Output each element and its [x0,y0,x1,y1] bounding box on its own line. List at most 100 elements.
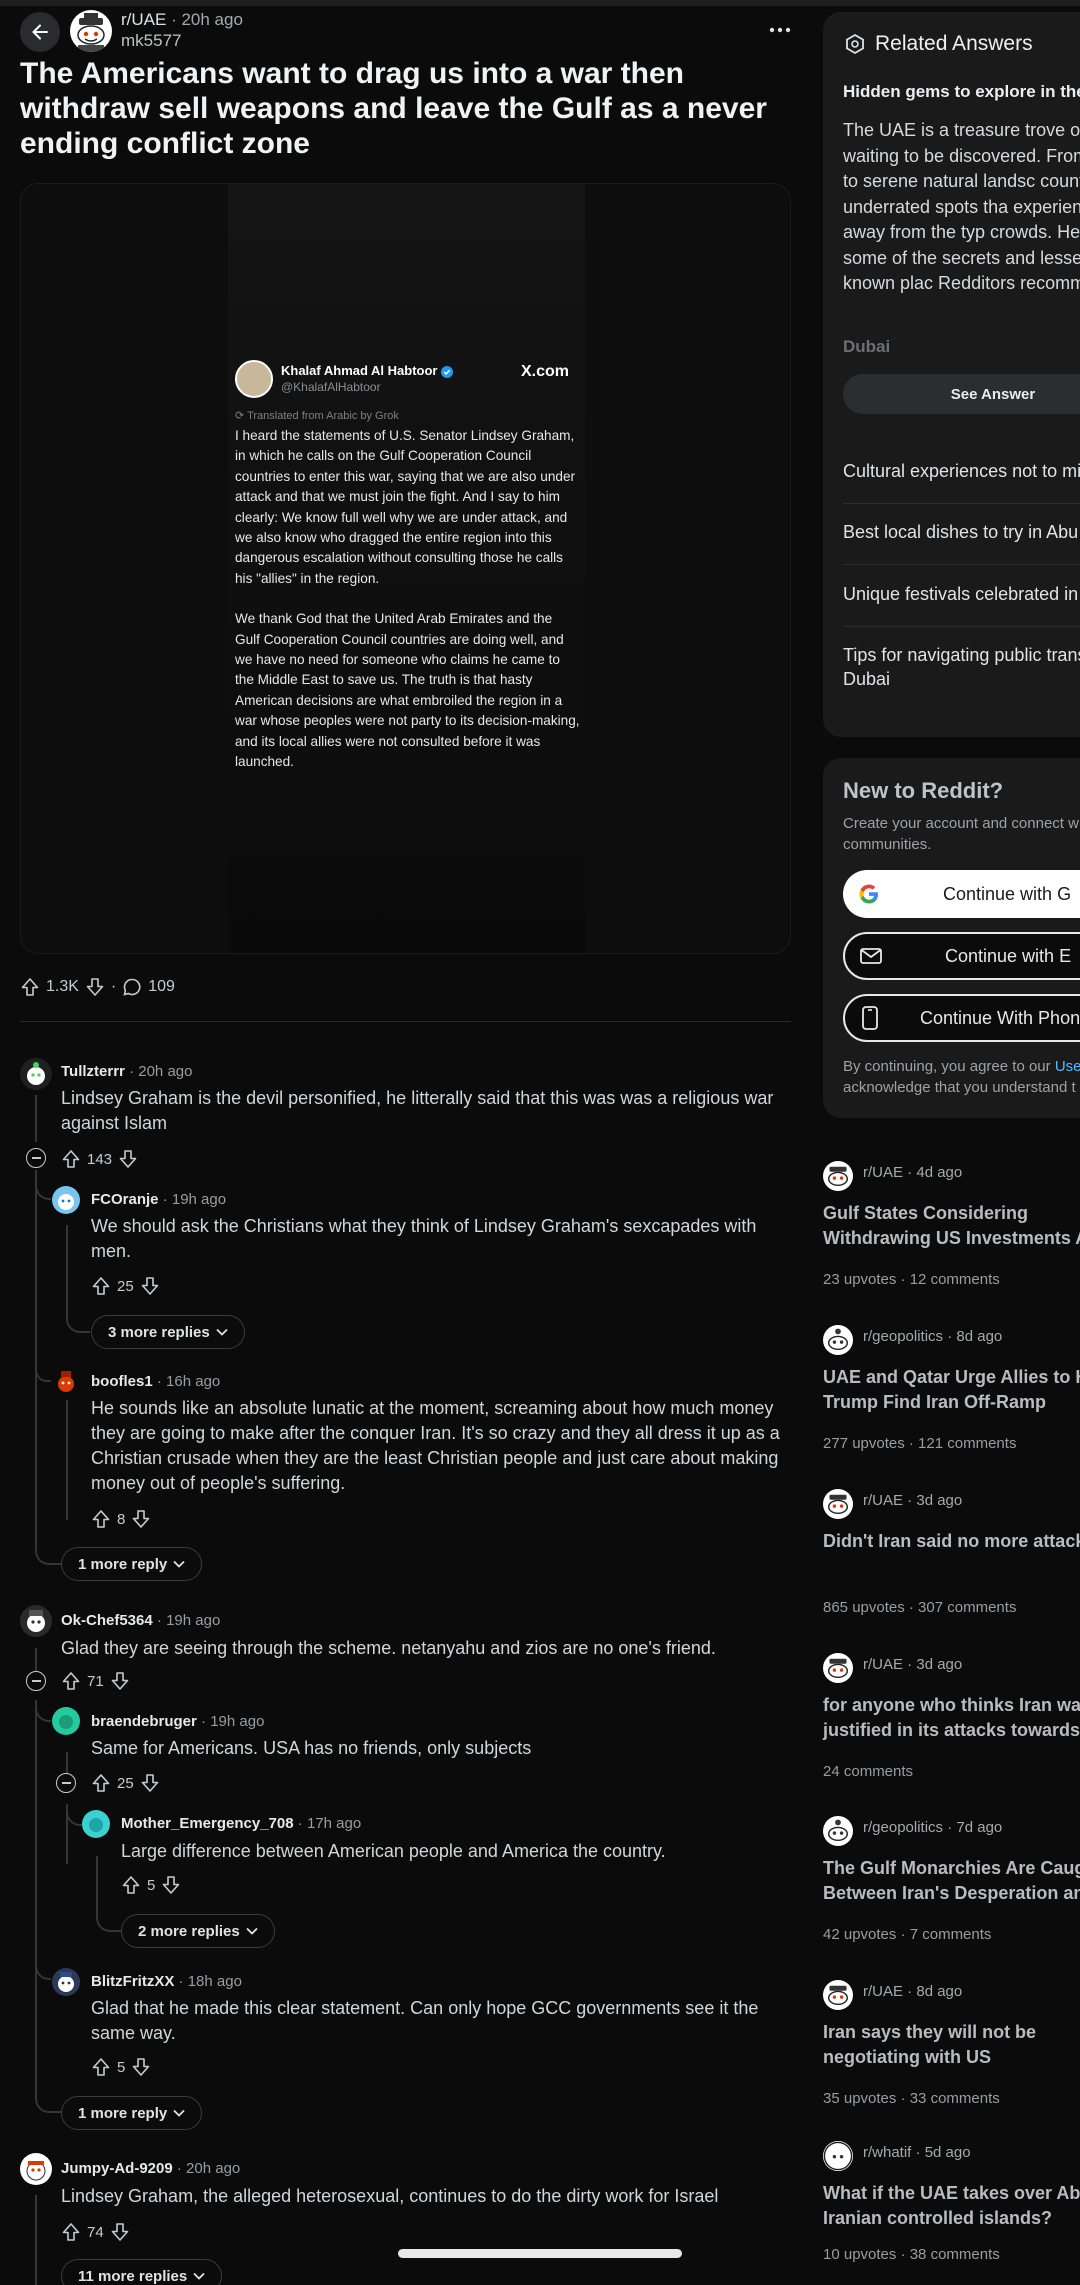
tweet-site: X.com [521,363,570,380]
comment-author[interactable]: Tullzterrr · 20h ago [61,1063,192,1080]
more-replies-button[interactable]: 1 more reply [61,2096,203,2130]
related-answers-text: The UAE is a treasure trove of waiting t… [843,120,1080,293]
downvote-icon[interactable] [161,1875,181,1895]
related-post-title[interactable]: The Gulf Monarchies Are Caught Between I… [823,1856,1080,1906]
more-replies-button[interactable]: 3 more replies [91,1315,245,1349]
comment-author[interactable]: FCOranje · 19h ago [91,1191,226,1208]
overflow-menu-button[interactable] [763,13,797,47]
related-post-meta: r/UAE · 3d ago [863,1656,963,1673]
comment-author[interactable]: Jumpy-Ad-9209 · 20h ago [61,2160,240,2177]
upvote-icon[interactable] [91,1509,111,1529]
comment-icon[interactable] [122,977,142,997]
user-avatar[interactable] [20,2153,52,2185]
more-replies-button[interactable]: 1 more reply [61,1547,203,1581]
related-question[interactable]: Tips for navigating public trans Dubai [843,643,1080,691]
comment-author[interactable]: braendebruger · 19h ago [91,1713,264,1730]
related-post-title[interactable]: Didn't Iran said no more attacking [823,1529,1080,1554]
related-question[interactable]: Unique festivals celebrated in t [843,582,1080,606]
related-post[interactable]: r/whatif · 5d ago What if the UAE takes … [823,2141,1080,2271]
snoo-icon [828,1494,848,1514]
tweet-handle: @KhalafAlHabtoor [281,380,381,394]
user-avatar[interactable] [82,1810,110,1838]
related-post[interactable]: r/UAE · 8d ago Iran says they will not b… [823,1980,1080,2110]
subreddit-avatar [823,1653,853,1683]
collapse-thread-button[interactable] [26,1148,46,1168]
related-post-meta: r/UAE · 4d ago [863,1164,963,1181]
related-post-title[interactable]: UAE and Qatar Urge Allies to Hel Trump F… [823,1365,1080,1415]
thread-line [35,1170,37,1540]
post-title: The Americans want to drag us into a war… [20,57,767,160]
upvote-icon[interactable] [91,2057,111,2077]
home-indicator[interactable] [398,2249,682,2258]
related-post-title[interactable]: Gulf States Considering Withdrawing US I… [823,1201,1080,1251]
downvote-icon[interactable] [140,1276,160,1296]
legal-text: By continuing, you agree to our Use ackno… [843,1058,1080,1096]
thread-branch [35,1170,51,1200]
subreddit-avatar[interactable] [70,10,112,52]
related-question[interactable]: Cultural experiences not to mis [843,459,1080,483]
related-post[interactable]: r/geopolitics · 7d ago The Gulf Monarchi… [823,1816,1080,1946]
post-author[interactable]: mk5577 [121,31,181,51]
subreddit-name[interactable]: r/UAE [121,10,166,29]
comment-author[interactable]: Mother_Emergency_708 · 17h ago [121,1815,361,1832]
comment-body: Large difference between American people… [121,1841,666,1861]
continue-with-google-button[interactable]: Continue with G [843,870,1080,918]
downvote-icon[interactable] [131,1509,151,1529]
user-avatar[interactable] [20,1605,52,1637]
comment-author[interactable]: boofles1 · 16h ago [91,1373,220,1390]
collapse-thread-button[interactable] [26,1671,46,1691]
collapse-thread-button[interactable] [56,1773,76,1793]
comment-actions: 143 [61,1147,138,1171]
snoo-icon [828,1328,848,1350]
downvote-icon[interactable] [110,1671,130,1691]
related-post[interactable]: r/UAE · 3d ago Didn't Iran said no more … [823,1489,1080,1619]
downvote-icon[interactable] [118,1149,138,1169]
downvote-icon[interactable] [110,2222,130,2242]
post-meta: r/UAE · 20h ago [121,10,243,29]
downvote-icon[interactable] [140,1773,160,1793]
more-replies-button[interactable]: 2 more replies [121,1914,275,1948]
tweet-body: I heard the statements of U.S. Senator L… [235,426,580,793]
upvote-icon[interactable] [91,1276,111,1296]
tweet-paragraph: I heard the statements of U.S. Senator L… [235,428,576,586]
related-post-title[interactable]: Iran says they will not be negotiating w… [823,2020,1080,2070]
upvote-icon[interactable] [121,1875,141,1895]
comment-body: Same for Americans. USA has no friends, … [91,1738,532,1758]
thread-branch [66,1804,82,1826]
continue-with-email-button[interactable]: Continue with E [843,932,1080,980]
comment-author[interactable]: Ok-Chef5364 · 19h ago [61,1612,220,1629]
related-post-stats: 23 upvotes · 12 comments [823,1271,1000,1288]
more-horizontal-icon [769,27,791,33]
upvote-icon[interactable] [61,1671,81,1691]
user-avatar[interactable] [52,1368,80,1396]
snoo-icon [828,1166,848,1186]
comment-author[interactable]: BlitzFritzXX · 18h ago [91,1973,242,1990]
continue-with-phone-button[interactable]: Continue With Phone [843,994,1080,1042]
upvote-icon[interactable] [61,1149,81,1169]
user-agreement-link[interactable]: Use [1055,1058,1080,1075]
user-avatar[interactable] [20,1058,52,1090]
back-button[interactable] [20,12,60,52]
related-post-title[interactable]: What if the UAE takes over Abu M Iranian… [823,2181,1080,2231]
downvote-icon[interactable] [85,977,105,997]
comment-actions: 8 [91,1507,151,1531]
upvote-icon[interactable] [20,977,40,997]
user-avatar[interactable] [52,1186,80,1214]
post-image[interactable]: Khalaf Ahmad Al Habtoor @KhalafAlHabtoor… [20,183,791,954]
user-avatar[interactable] [52,1707,80,1735]
user-avatar[interactable] [52,1968,80,1996]
upvote-icon[interactable] [61,2222,81,2242]
downvote-icon[interactable] [131,2057,151,2077]
phone-icon [862,1006,878,1030]
translate-icon: ⟳ [235,410,248,422]
related-post[interactable]: r/UAE · 4d ago Gulf States Considering W… [823,1161,1080,1291]
snoo-avatar-icon [26,2161,46,2181]
related-post[interactable]: r/UAE · 3d ago for anyone who thinks Ira… [823,1653,1080,1783]
snoo-icon [828,1658,848,1678]
see-answer-button[interactable]: See Answer [843,374,1080,414]
related-post[interactable]: r/geopolitics · 8d ago UAE and Qatar Urg… [823,1325,1080,1455]
more-replies-button[interactable]: 11 more replies [61,2259,223,2285]
related-question[interactable]: Best local dishes to try in Abu [843,520,1080,544]
related-post-title[interactable]: for anyone who thinks Iran was justified… [823,1693,1080,1743]
upvote-icon[interactable] [91,1773,111,1793]
